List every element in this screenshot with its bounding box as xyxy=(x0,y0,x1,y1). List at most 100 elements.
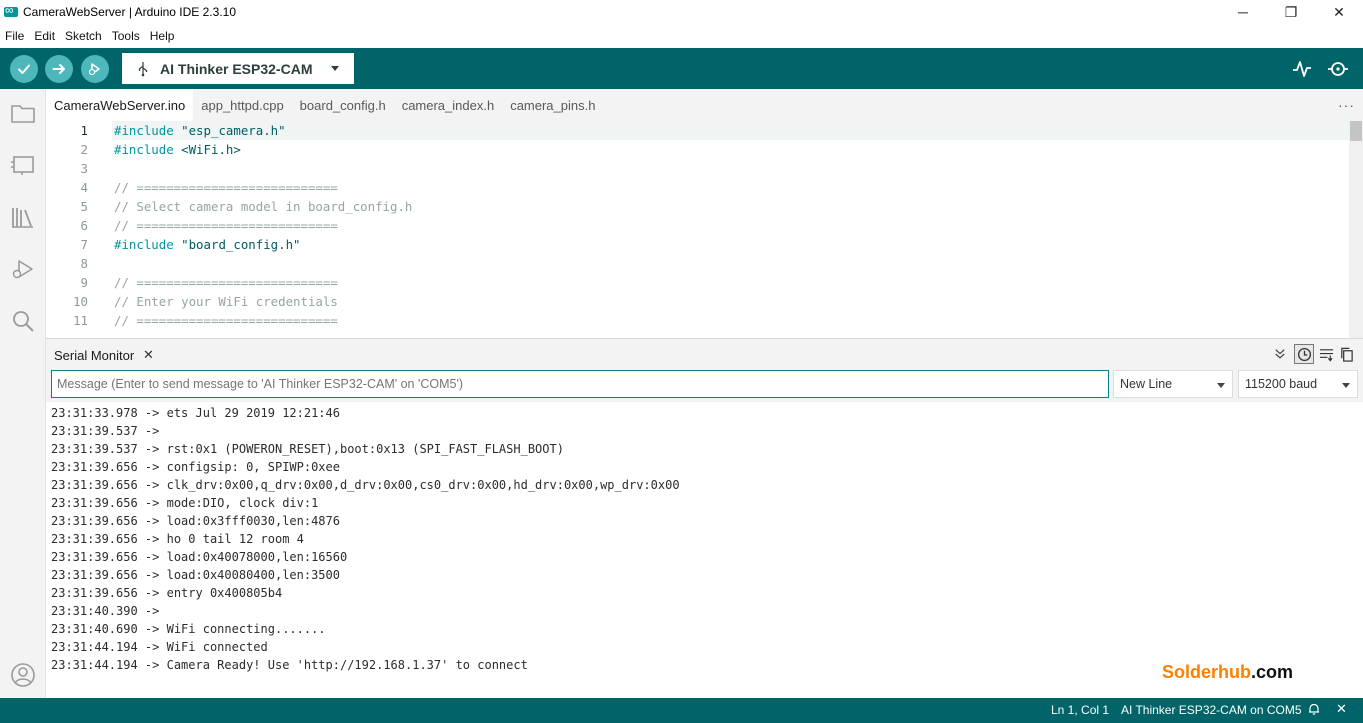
board-icon xyxy=(10,155,34,175)
watermark: Solderhub.com xyxy=(1162,662,1293,683)
serial-output[interactable]: 23:31:33.978 -> ets Jul 29 2019 12:21:46… xyxy=(46,402,1363,698)
scrollbar-thumb[interactable] xyxy=(1350,121,1362,141)
code-text: // =========================== xyxy=(114,180,338,195)
serial-input-row: New Line 115200 baud xyxy=(46,368,1363,402)
line-number: 2 xyxy=(80,142,88,157)
watermark-part-1: Solderhub xyxy=(1162,662,1251,682)
serial-monitor-button[interactable] xyxy=(1327,58,1349,80)
autoscroll-icon xyxy=(1319,348,1333,362)
tab-camerawebserver-ino[interactable]: CameraWebServer.ino xyxy=(46,89,194,121)
close-status-icon[interactable]: ✕ xyxy=(1336,701,1347,717)
toggle-autoscroll-button[interactable] xyxy=(1316,344,1336,364)
code-line: 5 // Select camera model in board_config.… xyxy=(46,197,1346,216)
code-line: 7 #include "board_config.h" xyxy=(46,235,1346,254)
serial-output-line: 23:31:39.656 -> mode:DIO, clock div:1 xyxy=(51,496,319,510)
maximize-button[interactable]: ❐ xyxy=(1267,0,1315,24)
editor-tabs: CameraWebServer.ino app_httpd.cpp board_… xyxy=(46,89,1363,121)
line-ending-value: New Line xyxy=(1120,377,1173,391)
baud-rate-select[interactable]: 115200 baud xyxy=(1238,370,1358,398)
checkmark-icon xyxy=(18,64,30,74)
code-line: 11 // =========================== xyxy=(46,311,1346,330)
menu-file[interactable]: File xyxy=(0,29,28,43)
code-line: 10 // Enter your WiFi credentials xyxy=(46,292,1346,311)
menu-bar: File Edit Sketch Tools Help xyxy=(0,24,1363,48)
more-icon[interactable]: ··· xyxy=(1338,97,1355,113)
code-line: 1 #include "esp_camera.h" xyxy=(46,121,1346,140)
search-button[interactable] xyxy=(9,307,36,334)
double-chevron-down-icon xyxy=(1275,349,1285,359)
menu-help[interactable]: Help xyxy=(145,29,179,43)
window-controls: ─ ❐ ✕ xyxy=(1219,0,1363,24)
serial-message-input[interactable] xyxy=(51,370,1109,398)
debug-sidebar-button[interactable] xyxy=(9,255,36,282)
line-number: 11 xyxy=(73,313,88,328)
editor-scrollbar[interactable] xyxy=(1349,121,1363,338)
account-icon xyxy=(10,662,35,687)
menu-tools[interactable]: Tools xyxy=(107,29,144,43)
code-line: 9 // =========================== xyxy=(46,273,1346,292)
verify-button[interactable] xyxy=(10,55,38,83)
code-text: // =========================== xyxy=(114,218,338,233)
code-editor[interactable]: 1 #include "esp_camera.h" 2 #include <WiFi.… xyxy=(46,121,1363,338)
line-ending-select[interactable]: New Line xyxy=(1113,370,1233,398)
copy-icon xyxy=(1340,347,1353,362)
serial-output-line: 23:31:39.656 -> load:0x3fff0030,len:4876 xyxy=(51,514,340,528)
code-line: 6 // =========================== xyxy=(46,216,1346,235)
serial-output-line: 23:31:39.656 -> clk_drv:0x00,q_drv:0x00,… xyxy=(51,478,680,492)
tab-app-httpd-cpp[interactable]: app_httpd.cpp xyxy=(193,89,291,121)
code-text: #include "esp_camera.h" xyxy=(114,123,286,138)
toggle-timestamp-button[interactable] xyxy=(1294,344,1314,364)
tab-board-config-h[interactable]: board_config.h xyxy=(292,89,394,121)
status-board[interactable]: AI Thinker ESP32-CAM on COM5 xyxy=(1121,703,1302,717)
debug-button[interactable] xyxy=(81,55,109,83)
minimize-button[interactable]: ─ xyxy=(1219,0,1267,24)
serial-output-line: 23:31:39.656 -> ho 0 tail 12 room 4 xyxy=(51,532,304,546)
serial-output-line: 23:31:39.656 -> configsip: 0, SPIWP:0xee xyxy=(51,460,340,474)
toolbar: AI Thinker ESP32-CAM xyxy=(0,48,1363,89)
title-bar: CameraWebServer | Arduino IDE 2.3.10 ─ ❐… xyxy=(0,0,1363,24)
collapse-panel-button[interactable] xyxy=(1270,344,1290,364)
bell-icon[interactable] xyxy=(1307,702,1321,716)
boards-manager-button[interactable] xyxy=(9,150,36,177)
account-button[interactable] xyxy=(9,661,36,688)
code-line: 3 xyxy=(46,159,1346,178)
close-serial-monitor-icon[interactable]: ✕ xyxy=(143,347,154,363)
debug-icon xyxy=(88,63,100,76)
window-title: CameraWebServer | Arduino IDE 2.3.10 xyxy=(23,5,236,19)
serial-monitor-title[interactable]: Serial Monitor xyxy=(54,348,134,363)
serial-output-line: 23:31:44.194 -> Camera Ready! Use 'http:… xyxy=(51,658,528,672)
line-number: 10 xyxy=(73,294,88,309)
upload-button[interactable] xyxy=(45,55,73,83)
library-icon xyxy=(11,207,33,228)
board-selector[interactable]: AI Thinker ESP32-CAM xyxy=(122,53,354,84)
line-number: 5 xyxy=(80,199,88,214)
sidebar xyxy=(0,89,46,698)
menu-edit[interactable]: Edit xyxy=(29,29,59,43)
serial-plotter-button[interactable] xyxy=(1291,58,1313,80)
watermark-part-2: .com xyxy=(1251,662,1294,682)
tab-camera-pins-h[interactable]: camera_pins.h xyxy=(502,89,603,121)
chevron-down-icon xyxy=(1217,383,1225,388)
line-number: 3 xyxy=(80,161,88,176)
library-manager-button[interactable] xyxy=(9,203,36,230)
clear-output-button[interactable] xyxy=(1336,344,1356,364)
serial-output-line: 23:31:33.978 -> ets Jul 29 2019 12:21:46 xyxy=(51,406,340,420)
tab-camera-index-h[interactable]: camera_index.h xyxy=(394,89,503,121)
code-text: #include "board_config.h" xyxy=(114,237,301,252)
status-bar: Ln 1, Col 1 AI Thinker ESP32-CAM on COM5… xyxy=(0,698,1363,723)
arduino-logo-icon xyxy=(4,3,18,17)
search-icon xyxy=(12,310,34,332)
serial-output-line: 23:31:40.390 -> xyxy=(51,604,167,618)
serial-monitor-icon xyxy=(1328,62,1348,76)
clock-icon xyxy=(1297,347,1311,361)
menu-sketch[interactable]: Sketch xyxy=(60,29,106,43)
close-window-button[interactable]: ✕ xyxy=(1315,0,1363,24)
cursor-position[interactable]: Ln 1, Col 1 xyxy=(1051,703,1109,717)
usb-icon xyxy=(138,61,148,76)
serial-output-line: 23:31:39.656 -> load:0x40080400,len:3500 xyxy=(51,568,340,582)
sketchbook-button[interactable] xyxy=(9,99,36,126)
code-text: // =========================== xyxy=(114,275,338,290)
line-number: 1 xyxy=(80,123,88,138)
code-text: // Select camera model in board_config.h xyxy=(114,199,413,214)
folder-icon xyxy=(10,104,35,123)
